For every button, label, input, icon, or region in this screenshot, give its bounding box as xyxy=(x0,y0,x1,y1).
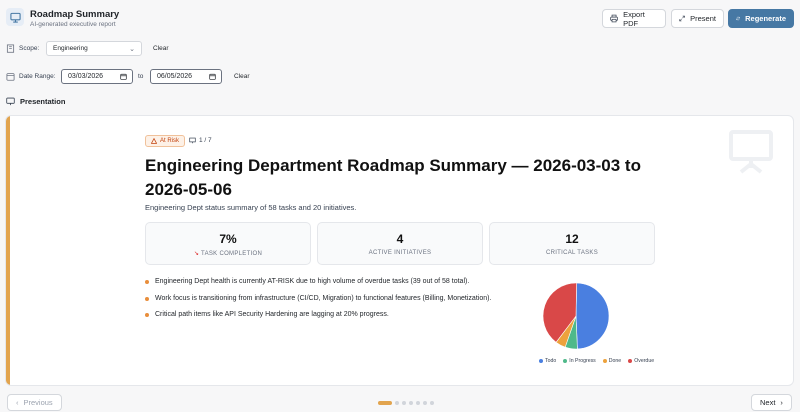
stat-label: CRITICAL TASKS xyxy=(545,250,599,256)
next-label: Next xyxy=(760,398,776,407)
legend-item: Overdue xyxy=(628,358,654,364)
stat-value: 7% xyxy=(219,232,237,246)
slide-dot[interactable] xyxy=(416,401,420,405)
slide-title: Engineering Department Roadmap Summary —… xyxy=(145,156,641,199)
date-from-input[interactable]: 03/03/2026 xyxy=(61,69,133,84)
chevron-left-icon: ‹ xyxy=(16,398,19,407)
previous-label: Previous xyxy=(23,398,53,407)
stat-label-text: TASK COMPLETION xyxy=(201,251,263,257)
previous-button[interactable]: ‹ Previous xyxy=(7,394,62,411)
date-clear-button[interactable]: Clear xyxy=(234,73,250,80)
app-title: Roadmap Summary xyxy=(30,9,120,20)
date-range-label: Date Range: xyxy=(19,73,56,80)
slide-icon xyxy=(189,137,196,144)
present-button[interactable]: Present xyxy=(671,9,724,28)
header: Roadmap Summary AI-generated executive r… xyxy=(0,0,800,38)
stat-label: ACTIVE INITIATIVES xyxy=(368,250,432,256)
scope-select-value: Engineering xyxy=(53,45,88,52)
pie-slice-todo xyxy=(575,282,610,350)
legend-label: Done xyxy=(608,358,622,364)
slide-dot[interactable] xyxy=(378,401,392,405)
date-to-value: 06/05/2026 xyxy=(157,73,193,80)
legend-swatch xyxy=(539,359,543,363)
legend-label: In Progress xyxy=(569,358,596,364)
refresh-icon xyxy=(736,16,740,21)
scope-clear-button[interactable]: Clear xyxy=(153,45,169,52)
stat-value: 4 xyxy=(396,232,404,246)
legend-item: In Progress xyxy=(563,358,596,364)
slide-dots xyxy=(378,401,434,405)
slide-counter-text: 1 / 7 xyxy=(199,137,212,144)
legend-label: Overdue xyxy=(634,358,655,364)
next-button[interactable]: Next › xyxy=(751,394,792,411)
calendar-icon xyxy=(6,73,15,81)
legend-swatch xyxy=(628,359,633,363)
insight-item: Engineering Dept health is currently AT-… xyxy=(145,278,535,295)
slide-dot[interactable] xyxy=(395,401,399,405)
warning-icon xyxy=(151,138,157,144)
legend-swatch xyxy=(563,359,568,363)
date-from-value: 03/03/2026 xyxy=(68,73,104,80)
slide-dot[interactable] xyxy=(423,401,427,405)
slide-dot[interactable] xyxy=(430,401,434,405)
scope-select[interactable]: Engineering ⌄ xyxy=(46,41,142,56)
app-subtitle: AI-generated executive report xyxy=(30,21,116,28)
slide-counter: 1 / 7 xyxy=(189,137,212,144)
scope-filter-row: Scope: Engineering ⌄ Clear xyxy=(0,40,800,58)
slide-dot[interactable] xyxy=(409,401,413,405)
slide-card: At Risk 1 / 7 Engineering Department Roa… xyxy=(5,115,794,386)
slide-accent-bar xyxy=(6,116,10,385)
status-pie-chart xyxy=(542,282,610,350)
date-filter-row: Date Range: 03/03/2026 to 06/05/2026 Cle… xyxy=(0,68,800,86)
stat-card-critical-tasks: 12 CRITICAL TASKS xyxy=(489,222,655,265)
printer-icon xyxy=(610,14,618,23)
stat-card-active-initiatives: 4 ACTIVE INITIATIVES xyxy=(317,222,483,265)
stat-value: 12 xyxy=(565,232,579,246)
stat-label: ↘ TASK COMPLETION xyxy=(146,250,310,257)
status-badge: At Risk xyxy=(145,135,186,147)
calendar-picker-icon[interactable] xyxy=(120,73,127,80)
date-to-label: to xyxy=(138,73,144,80)
regenerate-button[interactable]: Regenerate xyxy=(728,9,794,28)
presentation-watermark-icon xyxy=(729,130,773,174)
insight-item: Critical path items like API Security Ha… xyxy=(145,311,535,328)
date-to-input[interactable]: 06/05/2026 xyxy=(150,69,222,84)
status-badge-label: At Risk xyxy=(160,138,180,144)
legend-swatch xyxy=(602,359,607,363)
regenerate-label: Regenerate xyxy=(745,14,786,23)
stat-card-task-completion: 7% ↘ TASK COMPLETION xyxy=(145,222,311,265)
trending-down-icon: ↘ xyxy=(193,251,200,257)
slide-summary: Engineering Dept status summary of 58 ta… xyxy=(145,203,357,212)
slide-navigation: ‹ Previous Next › xyxy=(0,392,800,412)
presentation-section-label: Presentation xyxy=(6,97,65,106)
legend-item: Done xyxy=(602,358,622,364)
present-label: Present xyxy=(690,14,716,23)
chevron-down-icon: ⌄ xyxy=(129,46,135,53)
calendar-picker-icon[interactable] xyxy=(209,73,216,80)
monitor-icon xyxy=(6,8,24,26)
scope-label: Scope: xyxy=(19,45,40,52)
insight-item: Work focus is transitioning from infrast… xyxy=(145,295,535,312)
monitor-icon xyxy=(6,97,15,106)
building-icon xyxy=(6,44,15,53)
legend-label: Todo xyxy=(545,358,557,364)
pie-legend: Todo In Progress Done Overdue xyxy=(539,358,654,364)
insight-list: Engineering Dept health is currently AT-… xyxy=(145,278,535,328)
expand-icon xyxy=(679,15,685,22)
export-pdf-label: Export PDF xyxy=(623,9,645,28)
legend-item: Todo xyxy=(539,358,556,364)
slide-dot[interactable] xyxy=(402,401,406,405)
presentation-label: Presentation xyxy=(20,97,66,106)
chevron-right-icon: › xyxy=(780,398,783,407)
export-pdf-button[interactable]: Export PDF xyxy=(602,9,666,28)
